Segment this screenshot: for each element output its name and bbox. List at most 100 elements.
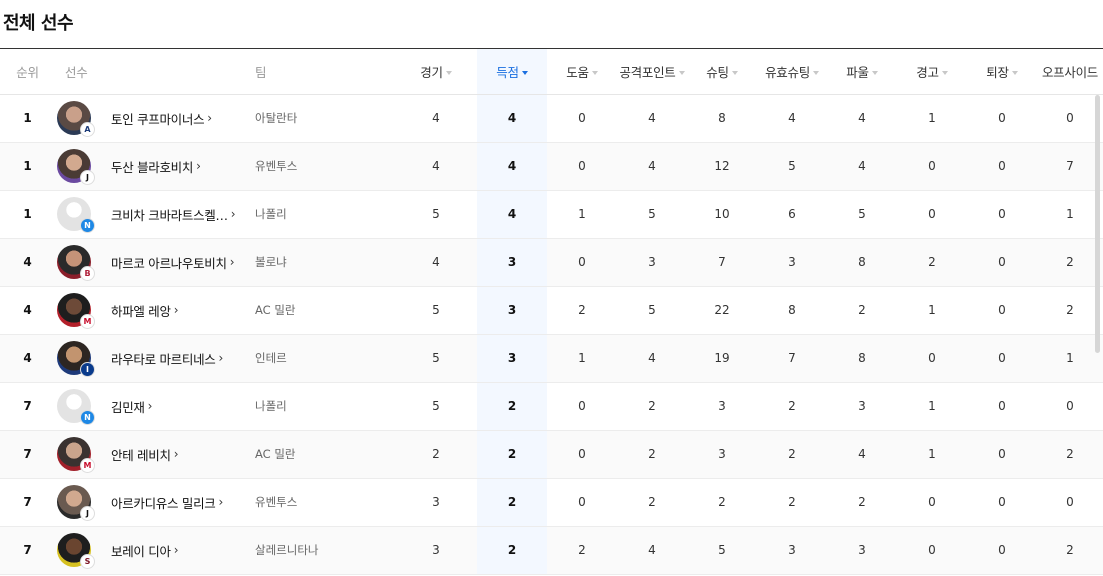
- col-header-red[interactable]: 퇴장: [967, 49, 1037, 95]
- points-cell: 5: [617, 190, 687, 239]
- assists-cell: 0: [547, 142, 617, 191]
- yellow-cell: 1: [897, 430, 967, 479]
- col-header-offside[interactable]: 오프사이드: [1037, 49, 1103, 95]
- sort-arrow-icon: [678, 71, 685, 76]
- yellow-cell: 2: [897, 238, 967, 287]
- player-cell[interactable]: M 안테 레비치 ›: [55, 430, 255, 479]
- table-row[interactable]: 1 J 두산 블라호비치 › 유벤투스 4 4 0 4 12 5 4 0 0 7: [0, 142, 1103, 191]
- col-header-shots-on-target[interactable]: 유효슈팅: [757, 49, 827, 95]
- shots-cell: 5: [687, 526, 757, 575]
- table-row[interactable]: 4 B 마르코 아르나우토비치 › 볼로냐 4 3 0 3 7 3 8 2 0 2: [0, 238, 1103, 287]
- fouls-cell: 4: [827, 142, 897, 191]
- player-avatar: N: [57, 389, 95, 425]
- team-name: 나폴리: [255, 382, 395, 431]
- player-name-link[interactable]: 라우타로 마르티네스: [111, 349, 216, 368]
- assists-cell: 0: [547, 94, 617, 143]
- points-cell: 4: [617, 334, 687, 383]
- shots-on-target-cell: 3: [757, 526, 827, 575]
- sort-arrow-icon: [941, 71, 948, 76]
- rank-cell: 4: [0, 238, 55, 287]
- col-header-points[interactable]: 공격포인트: [617, 49, 687, 95]
- table-row[interactable]: 7 M 안테 레비치 › AC 밀란 2 2 0 2 3 2 4 1 0 2: [0, 430, 1103, 479]
- player-cell[interactable]: J 아르카디유스 밀리크 ›: [55, 478, 255, 527]
- offside-cell: 1: [1037, 334, 1103, 383]
- rank-cell: 7: [0, 478, 55, 527]
- offside-cell: 7: [1037, 142, 1103, 191]
- table-row[interactable]: 1 N 크비차 크바라트스켈… › 나폴리 5 4 1 5 10 6 5 0 0 1: [0, 190, 1103, 239]
- team-name: AC 밀란: [255, 430, 395, 479]
- goals-cell: 3: [477, 286, 547, 335]
- player-cell[interactable]: B 마르코 아르나우토비치 ›: [55, 238, 255, 287]
- table-row[interactable]: 7 J 아르카디유스 밀리크 › 유벤투스 3 2 0 2 2 2 2 0 0 0: [0, 478, 1103, 527]
- goals-cell: 2: [477, 430, 547, 479]
- player-name-link[interactable]: 두산 블라호비치: [111, 157, 193, 176]
- player-cell[interactable]: N 김민재 ›: [55, 382, 255, 431]
- shots-on-target-cell: 8: [757, 286, 827, 335]
- player-avatar: S: [57, 533, 95, 569]
- col-header-assists[interactable]: 도움: [547, 49, 617, 95]
- col-header-apps[interactable]: 경기: [395, 49, 477, 95]
- shots-cell: 3: [687, 430, 757, 479]
- table-row[interactable]: 7 S 보레이 디아 › 살레르니타나 3 2 2 4 5 3 3 0 0 2: [0, 526, 1103, 575]
- table-row[interactable]: 4 M 하파엘 레앙 › AC 밀란 5 3 2 5 22 8 2 1 0 2: [0, 286, 1103, 335]
- team-name: 유벤투스: [255, 478, 395, 527]
- player-name-link[interactable]: 토인 쿠프마이너스: [111, 109, 205, 128]
- player-name-link[interactable]: 보레이 디아: [111, 541, 171, 560]
- offside-cell: 0: [1037, 94, 1103, 143]
- table-row[interactable]: 1 A 토인 쿠프마이너스 › 아탈란타 4 4 0 4 8 4 4 1 0 0: [0, 94, 1103, 143]
- fouls-cell: 2: [827, 478, 897, 527]
- vertical-scrollbar[interactable]: [1095, 95, 1100, 353]
- goals-cell: 2: [477, 478, 547, 527]
- napoli-crest-icon: N: [80, 410, 95, 425]
- shots-cell: 19: [687, 334, 757, 383]
- team-name: 살레르니타나: [255, 526, 395, 575]
- apps-cell: 4: [395, 142, 477, 191]
- col-header-rank: 순위: [0, 49, 55, 95]
- team-name: 나폴리: [255, 190, 395, 239]
- offside-cell: 2: [1037, 238, 1103, 287]
- points-cell: 4: [617, 526, 687, 575]
- juventus-crest-icon: J: [80, 170, 95, 185]
- player-cell[interactable]: S 보레이 디아 ›: [55, 526, 255, 575]
- player-cell[interactable]: J 두산 블라호비치 ›: [55, 142, 255, 191]
- col-header-yellow[interactable]: 경고: [897, 49, 967, 95]
- red-cell: 0: [967, 382, 1037, 431]
- napoli-crest-icon: N: [80, 218, 95, 233]
- chevron-right-icon: ›: [207, 111, 213, 125]
- player-stats-table-container: 순위 선수 팀 경기 득점 도움 공격포인트 슈팅 유효슈팅 파울 경고 퇴장 …: [0, 48, 1103, 576]
- player-name-link[interactable]: 안테 레비치: [111, 445, 171, 464]
- player-avatar: J: [57, 149, 95, 185]
- col-header-fouls[interactable]: 파울: [827, 49, 897, 95]
- player-cell[interactable]: A 토인 쿠프마이너스 ›: [55, 94, 255, 143]
- table-body: 1 A 토인 쿠프마이너스 › 아탈란타 4 4 0 4 8 4 4 1 0 0 1 J 두산 블라호비치 › 유벤투…: [0, 94, 1103, 575]
- apps-cell: 5: [395, 286, 477, 335]
- player-name-link[interactable]: 하파엘 레앙: [111, 301, 171, 320]
- player-cell[interactable]: M 하파엘 레앙 ›: [55, 286, 255, 335]
- red-cell: 0: [967, 286, 1037, 335]
- goals-cell: 3: [477, 238, 547, 287]
- player-name-link[interactable]: 아르카디유스 밀리크: [111, 493, 216, 512]
- shots-on-target-cell: 3: [757, 238, 827, 287]
- table-row[interactable]: 7 N 김민재 › 나폴리 5 2 0 2 3 2 3 1 0 0: [0, 382, 1103, 431]
- player-name-link[interactable]: 김민재: [111, 397, 145, 416]
- chevron-right-icon: ›: [229, 255, 235, 269]
- player-name-link[interactable]: 마르코 아르나우토비치: [111, 253, 227, 272]
- offside-cell: 0: [1037, 478, 1103, 527]
- col-header-goals[interactable]: 득점: [477, 49, 547, 95]
- apps-cell: 5: [395, 382, 477, 431]
- goals-cell: 3: [477, 334, 547, 383]
- col-header-shots[interactable]: 슈팅: [687, 49, 757, 95]
- offside-cell: 2: [1037, 430, 1103, 479]
- fouls-cell: 3: [827, 382, 897, 431]
- player-cell[interactable]: N 크비차 크바라트스켈… ›: [55, 190, 255, 239]
- offside-cell: 2: [1037, 286, 1103, 335]
- table-row[interactable]: 4 I 라우타로 마르티네스 › 인테르 5 3 1 4 19 7 8 0 0 1: [0, 334, 1103, 383]
- goals-cell: 2: [477, 526, 547, 575]
- sort-arrow-icon: [1011, 71, 1018, 76]
- rank-cell: 4: [0, 334, 55, 383]
- player-name-link[interactable]: 크비차 크바라트스켈…: [111, 205, 228, 224]
- red-cell: 0: [967, 526, 1037, 575]
- assists-cell: 1: [547, 190, 617, 239]
- player-cell[interactable]: I 라우타로 마르티네스 ›: [55, 334, 255, 383]
- shots-on-target-cell: 2: [757, 430, 827, 479]
